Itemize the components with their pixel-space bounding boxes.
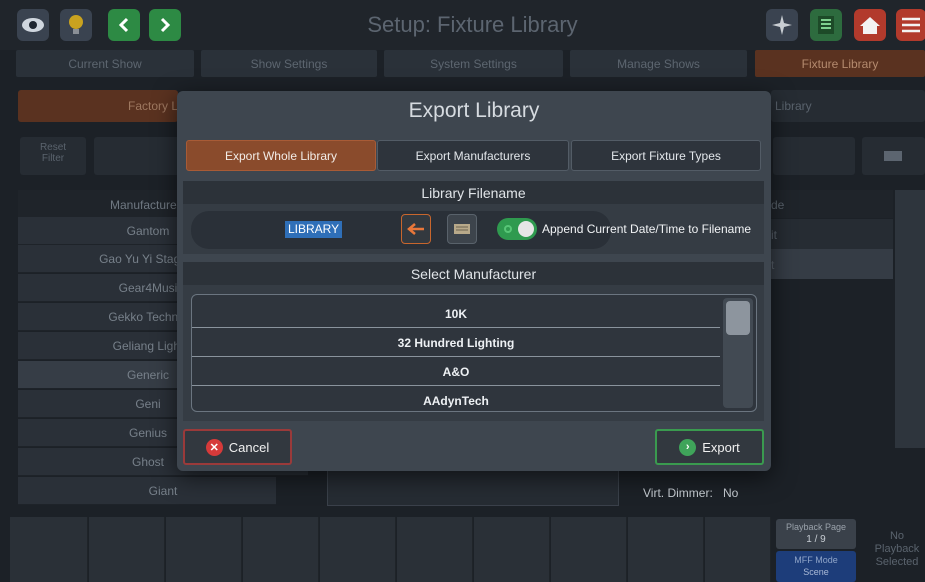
manufacturer-list[interactable]: 10K 32 Hundred Lighting A&O AAdynTech <box>191 294 757 412</box>
tab-export-fixture-types[interactable]: Export Fixture Types <box>571 140 761 171</box>
toggle-knob <box>518 221 534 237</box>
list-item[interactable]: 10K <box>192 300 720 328</box>
reset-filter-button[interactable]: Reset Filter <box>20 137 86 175</box>
user-library-tab[interactable]: Library <box>771 90 925 122</box>
backspace-button[interactable] <box>401 214 431 244</box>
playback-key[interactable] <box>628 517 704 582</box>
keyboard-icon <box>454 224 470 234</box>
playback-key[interactable] <box>89 517 165 582</box>
mff-mode-button[interactable]: MFF Mode Scene <box>776 551 856 582</box>
mff-mode-label: MFF Mode <box>794 555 838 565</box>
back-arrow-icon[interactable] <box>108 9 140 41</box>
tab-current-show[interactable]: Current Show <box>16 50 194 77</box>
export-label: Export <box>702 439 740 455</box>
no-playback-label: No Playback Selected <box>874 530 920 568</box>
mff-mode-value: Scene <box>803 567 829 577</box>
scroll-thumb[interactable] <box>726 301 750 335</box>
playback-key[interactable] <box>551 517 627 582</box>
keyboard-button[interactable] <box>862 137 925 175</box>
tab-fixture-library[interactable]: Fixture Library <box>755 50 925 77</box>
top-toolbar: Setup: Fixture Library <box>0 0 925 50</box>
eye-icon[interactable] <box>17 9 49 41</box>
playback-key[interactable] <box>397 517 473 582</box>
arrow-left-icon <box>407 223 424 235</box>
spreadsheet-icon[interactable] <box>810 9 842 41</box>
dialog-title: Export Library <box>408 99 540 122</box>
playback-key[interactable] <box>320 517 396 582</box>
playback-key[interactable] <box>705 517 771 582</box>
export-library-dialog: Export Library Export Whole Library Expo… <box>177 91 771 471</box>
home-icon[interactable] <box>854 9 886 41</box>
playback-key[interactable] <box>474 517 550 582</box>
user-library-label: Library <box>775 99 812 113</box>
playback-page-value: 1 / 9 <box>806 534 826 545</box>
playback-key[interactable] <box>10 517 88 582</box>
list-scrollbar[interactable] <box>723 298 753 408</box>
reset-filter-label: Reset Filter <box>39 142 67 164</box>
keyboard-button[interactable] <box>447 214 477 244</box>
append-datetime-label: Append Current Date/Time to Filename <box>542 222 751 236</box>
tab-manage-shows[interactable]: Manage Shows <box>570 50 747 77</box>
bulb-icon[interactable] <box>60 9 92 41</box>
star-icon[interactable] <box>766 9 798 41</box>
playback-page-label: Playback Page <box>785 522 847 532</box>
playback-page-button[interactable]: Playback Page 1 / 9 <box>776 519 856 549</box>
playback-key[interactable] <box>243 517 319 582</box>
manufacturer-row[interactable]: Giant <box>18 477 276 505</box>
list-item[interactable]: 32 Hundred Lighting <box>192 329 720 357</box>
append-datetime-toggle[interactable] <box>497 218 537 240</box>
app-title: Setup: Fixture Library <box>367 12 578 37</box>
toggle-indicator <box>504 225 512 233</box>
chevron-right-icon: › <box>679 438 697 456</box>
filter-field[interactable] <box>773 137 855 175</box>
export-button[interactable]: › Export <box>655 429 764 465</box>
factory-library-label: Factory L <box>128 99 179 113</box>
main-tabs: Current Show Show Settings System Settin… <box>0 50 925 78</box>
fixture-type-list <box>327 470 619 506</box>
details-header-label: de <box>771 198 785 212</box>
cancel-label: Cancel <box>228 439 270 455</box>
keyboard-icon <box>884 151 902 161</box>
details-scrollbar[interactable] <box>895 190 925 448</box>
menu-icon[interactable] <box>896 9 925 41</box>
list-item[interactable]: AAdynTech <box>192 387 720 411</box>
tab-show-settings[interactable]: Show Settings <box>201 50 377 77</box>
close-icon: ✕ <box>205 438 223 456</box>
factory-library-tab[interactable]: Factory L <box>18 90 178 122</box>
virt-dimmer-value: No <box>723 486 739 500</box>
manufacturer-section-header: Select Manufacturer <box>183 262 764 285</box>
tab-export-whole-library[interactable]: Export Whole Library <box>186 140 376 171</box>
forward-arrow-icon[interactable] <box>149 9 181 41</box>
search-field[interactable] <box>94 137 184 175</box>
cancel-button[interactable]: ✕ Cancel <box>183 429 292 465</box>
tab-system-settings[interactable]: System Settings <box>384 50 563 77</box>
manufacturer-header-label: Manufacture <box>110 198 177 212</box>
filename-section-header: Library Filename <box>183 181 764 204</box>
filename-value[interactable]: LIBRARY <box>285 221 343 238</box>
virt-dimmer-label: Virt. Dimmer: <box>643 486 713 500</box>
tab-export-manufacturers[interactable]: Export Manufacturers <box>377 140 569 171</box>
list-item[interactable]: A&O <box>192 358 720 386</box>
playback-key[interactable] <box>166 517 242 582</box>
